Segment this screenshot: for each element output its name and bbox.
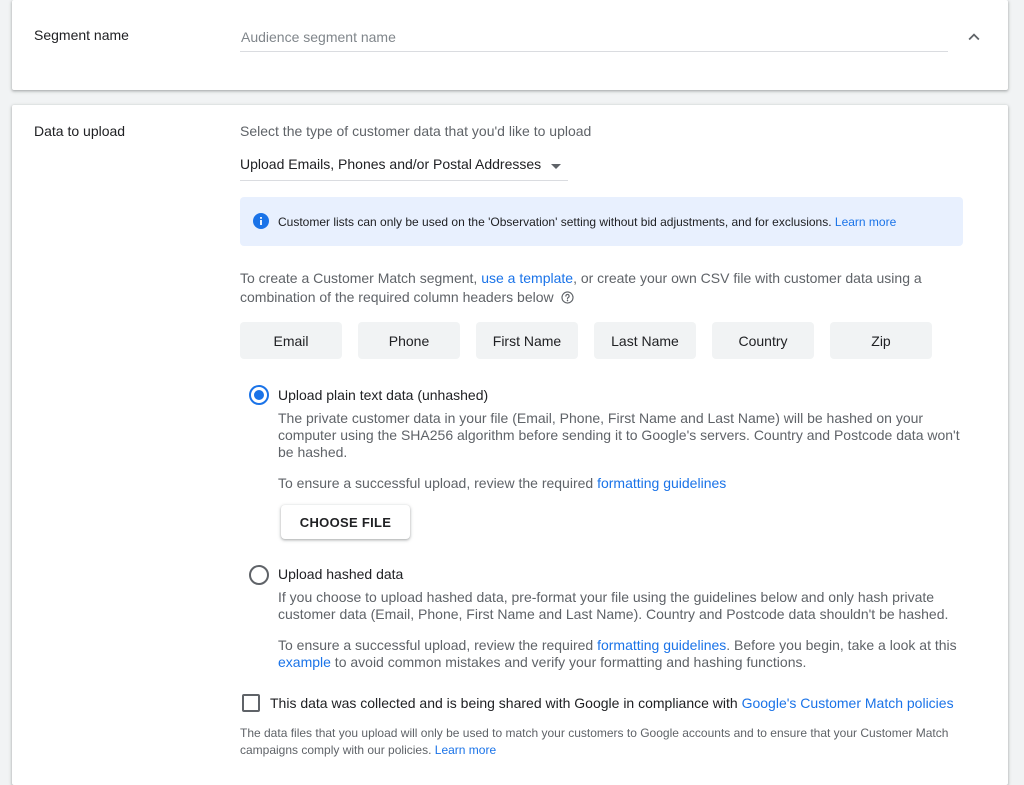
segment-name-card: Segment name (12, 0, 1008, 90)
consent-checkbox[interactable] (242, 694, 260, 712)
template-intro: To create a Customer Match segment, use … (240, 269, 970, 307)
header-chip-last-name: Last Name (594, 322, 696, 359)
upload-type-value: Upload Emails, Phones and/or Postal Addr… (240, 156, 542, 172)
upload-type-dropdown[interactable]: Upload Emails, Phones and/or Postal Addr… (240, 149, 568, 181)
chevron-up-icon[interactable] (963, 26, 985, 48)
data-to-upload-card: Data to upload Select the type of custom… (12, 105, 1008, 785)
info-banner-text-wrap: Customer lists can only be used on the '… (278, 215, 896, 229)
info-banner: Customer lists can only be used on the '… (240, 197, 963, 246)
option-hashed-desc: If you choose to upload hashed data, pre… (278, 589, 990, 623)
use-template-link[interactable]: use a template (481, 270, 573, 286)
desc-line: If you choose to upload hashed data, pre… (278, 589, 935, 605)
ensure-tail-text: to avoid common mistakes and verify your… (330, 654, 807, 670)
info-learn-more-link[interactable]: Learn more (835, 215, 896, 229)
option-hashed-ensure: To ensure a successful upload, review th… (278, 637, 990, 671)
footer-note: The data files that you upload will only… (240, 725, 985, 759)
hashed-formatting-guidelines-link[interactable]: formatting guidelines (597, 637, 726, 653)
intro-text-2: , or create your own CSV file with custo… (573, 270, 922, 286)
option-plain-text-ensure: To ensure a successful upload, review th… (278, 475, 726, 492)
desc-line: be hashed. (278, 444, 348, 460)
footer-line-1: The data files that you upload will only… (240, 726, 949, 740)
radio-plain-text[interactable] (249, 385, 269, 405)
example-link[interactable]: example (278, 654, 331, 670)
ensure-after-text: . Before you begin, take a look at this (726, 637, 957, 653)
info-banner-text: Customer lists can only be used on the '… (278, 215, 832, 229)
header-chip-country: Country (712, 322, 814, 359)
desc-line: The private customer data in your file (… (278, 410, 924, 426)
option-plain-text-desc: The private customer data in your file (… (278, 410, 990, 461)
consent-text: This data was collected and is being sha… (270, 695, 738, 711)
help-icon[interactable] (560, 291, 574, 304)
footer-line-2: campaigns comply with our policies. (240, 743, 432, 757)
upload-type-prompt: Select the type of customer data that yo… (240, 123, 592, 139)
info-icon (253, 213, 269, 229)
option-hashed-title: Upload hashed data (278, 566, 404, 582)
desc-line: customer data (Email, Phone, First Name … (278, 606, 949, 622)
ensure-text: To ensure a successful upload, review th… (278, 475, 594, 491)
customer-match-policies-link[interactable]: Google's Customer Match policies (742, 695, 954, 711)
desc-line: computer using the SHA256 algorithm befo… (278, 427, 960, 443)
dropdown-arrow-icon (551, 164, 561, 169)
header-chip-phone: Phone (358, 322, 460, 359)
radio-hashed[interactable] (249, 565, 269, 585)
ensure-text: To ensure a successful upload, review th… (278, 637, 594, 653)
header-chip-email: Email (240, 322, 342, 359)
choose-file-button[interactable]: CHOOSE FILE (281, 505, 410, 539)
intro-text-1: To create a Customer Match segment, (240, 270, 478, 286)
header-chip-zip: Zip (830, 322, 932, 359)
intro-text-3: combination of the required column heade… (240, 289, 554, 305)
header-chip-first-name: First Name (476, 322, 578, 359)
segment-name-label: Segment name (34, 27, 129, 43)
footer-learn-more-link[interactable]: Learn more (435, 743, 496, 757)
option-plain-text-title: Upload plain text data (unhashed) (278, 387, 489, 403)
formatting-guidelines-link[interactable]: formatting guidelines (597, 475, 726, 491)
segment-name-input[interactable] (240, 22, 948, 52)
data-to-upload-label: Data to upload (34, 123, 126, 139)
consent-text-wrap: This data was collected and is being sha… (270, 695, 954, 711)
